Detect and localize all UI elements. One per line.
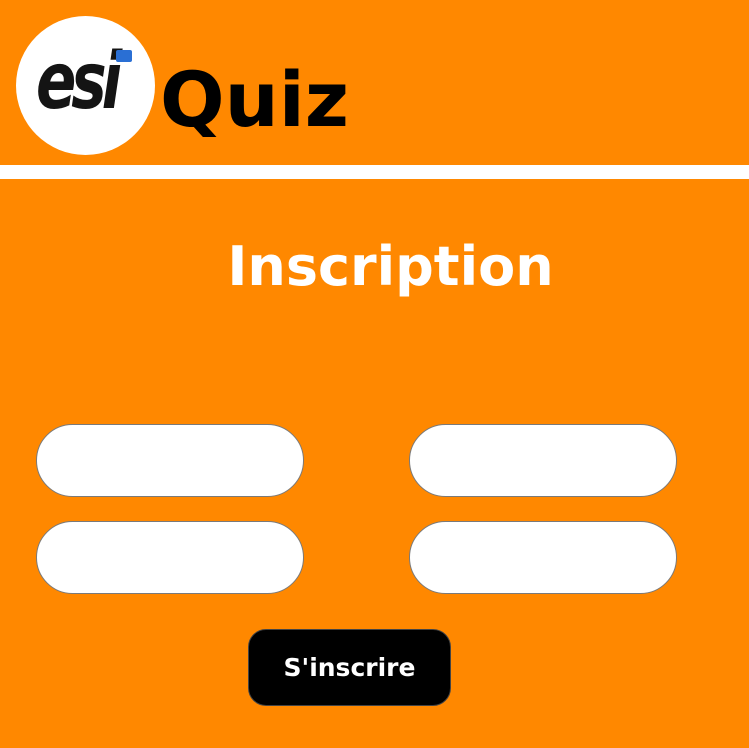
form-field-3[interactable]	[36, 521, 304, 594]
logo-text: esi	[36, 35, 122, 128]
app-title: Quiz	[160, 55, 349, 144]
header: esi Quiz	[0, 0, 749, 165]
form-field-2[interactable]	[409, 424, 677, 497]
header-divider	[0, 165, 749, 179]
form-field-4[interactable]	[409, 521, 677, 594]
form-field-1[interactable]	[36, 424, 304, 497]
logo-accent-square	[116, 50, 132, 62]
signup-button[interactable]: S'inscrire	[248, 629, 451, 706]
page-title: Inscription	[227, 235, 554, 298]
esi-logo: esi	[16, 16, 155, 155]
